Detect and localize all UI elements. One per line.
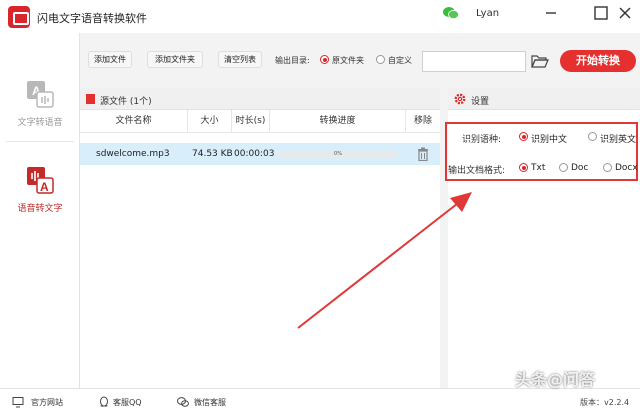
watermark: 头条@问答	[515, 370, 596, 389]
user-name[interactable]: Lyan	[476, 8, 499, 19]
trash-icon[interactable]	[416, 147, 430, 161]
format-option[interactable]: Doc	[571, 163, 588, 173]
gear-icon	[454, 93, 466, 105]
table-header: 文件名称 大小 时长(s) 转换进度 移除	[80, 110, 440, 133]
format-docx-radio[interactable]	[603, 163, 612, 172]
text-to-speech-icon: A	[27, 81, 54, 108]
column-header: 时长(s)	[232, 110, 270, 133]
language-english-radio[interactable]	[588, 132, 597, 141]
wechat-service-icon	[177, 397, 189, 407]
column-header: 大小	[188, 110, 232, 133]
minimize-icon[interactable]	[542, 4, 560, 22]
column-header: 移除	[413, 116, 432, 126]
file-icon	[86, 94, 95, 104]
start-convert-button[interactable]: 开始转换	[560, 50, 636, 72]
sidebar-item-text-to-speech[interactable]: A 文字转语音	[0, 79, 80, 159]
language-label: 识别语种:	[462, 135, 502, 145]
add-file-button[interactable]: 添加文件	[88, 51, 132, 68]
output-dir-label: 输出目录:	[275, 56, 310, 65]
settings-title: 设置	[471, 97, 490, 107]
language-option[interactable]: 识别英文	[600, 132, 636, 145]
file-duration-cell: 00:00:03	[234, 149, 275, 159]
toolbar: 添加文件 添加文件夹 清空列表 输出目录: 原文件夹 自定义 开始转换	[80, 43, 640, 77]
sidebar: A 文字转语音 A 语音转文字	[0, 33, 80, 388]
format-label: 输出文档格式:	[448, 166, 506, 176]
format-option[interactable]: Txt	[531, 163, 545, 173]
output-source-folder-label[interactable]: 原文件夹	[332, 55, 364, 66]
format-doc-radio[interactable]	[559, 163, 568, 172]
close-icon[interactable]	[616, 4, 634, 22]
file-panel-title: 源文件 (1个)	[100, 97, 152, 107]
speech-to-text-icon: A	[27, 167, 54, 194]
table-row[interactable]: sdwelcome.mp3 74.53 KB 00:00:03 0%	[80, 143, 440, 165]
sidebar-item-label: 语音转文字	[17, 204, 63, 214]
maximize-icon[interactable]	[592, 4, 610, 22]
add-folder-button[interactable]: 添加文件夹	[147, 51, 203, 68]
settings-header: 设置	[448, 88, 640, 110]
website-link[interactable]: 官方网站	[31, 397, 63, 408]
qq-icon	[100, 396, 108, 407]
language-chinese-radio[interactable]	[519, 132, 528, 141]
app-logo-icon	[8, 6, 30, 28]
output-source-folder-radio[interactable]	[320, 55, 329, 64]
qq-service-link[interactable]: 客服QQ	[113, 397, 142, 408]
wechat-icon[interactable]	[443, 6, 459, 20]
wechat-service-link[interactable]: 微信客服	[194, 397, 226, 408]
file-name-cell: sdwelcome.mp3	[96, 149, 170, 159]
version-label: 版本：v2.2.4	[580, 398, 630, 407]
file-panel-header: 源文件 (1个)	[80, 88, 440, 110]
column-header: 转换进度	[270, 110, 406, 133]
monitor-icon	[12, 397, 24, 408]
file-size-cell: 74.53 KB	[192, 149, 233, 159]
clear-list-button[interactable]: 清空列表	[218, 51, 262, 68]
output-custom-label[interactable]: 自定义	[388, 55, 412, 66]
column-header: 文件名称	[80, 110, 188, 133]
format-option[interactable]: Docx	[615, 163, 638, 173]
output-path-input[interactable]	[422, 51, 526, 72]
title-bar: 闪电文字语音转换软件 Lyan	[0, 0, 640, 33]
svg-text:A: A	[40, 180, 49, 194]
sidebar-item-label: 文字转语音	[17, 118, 63, 128]
progress-text: 0%	[334, 151, 342, 157]
folder-open-icon[interactable]	[531, 53, 549, 69]
sidebar-divider	[6, 141, 74, 142]
annotation-arrow-icon	[297, 192, 472, 329]
format-txt-radio[interactable]	[519, 163, 528, 172]
language-option[interactable]: 识别中文	[531, 132, 567, 145]
output-custom-radio[interactable]	[376, 55, 385, 64]
sidebar-item-speech-to-text[interactable]: A 语音转文字	[0, 165, 80, 245]
app-title: 闪电文字语音转换软件	[37, 12, 147, 25]
